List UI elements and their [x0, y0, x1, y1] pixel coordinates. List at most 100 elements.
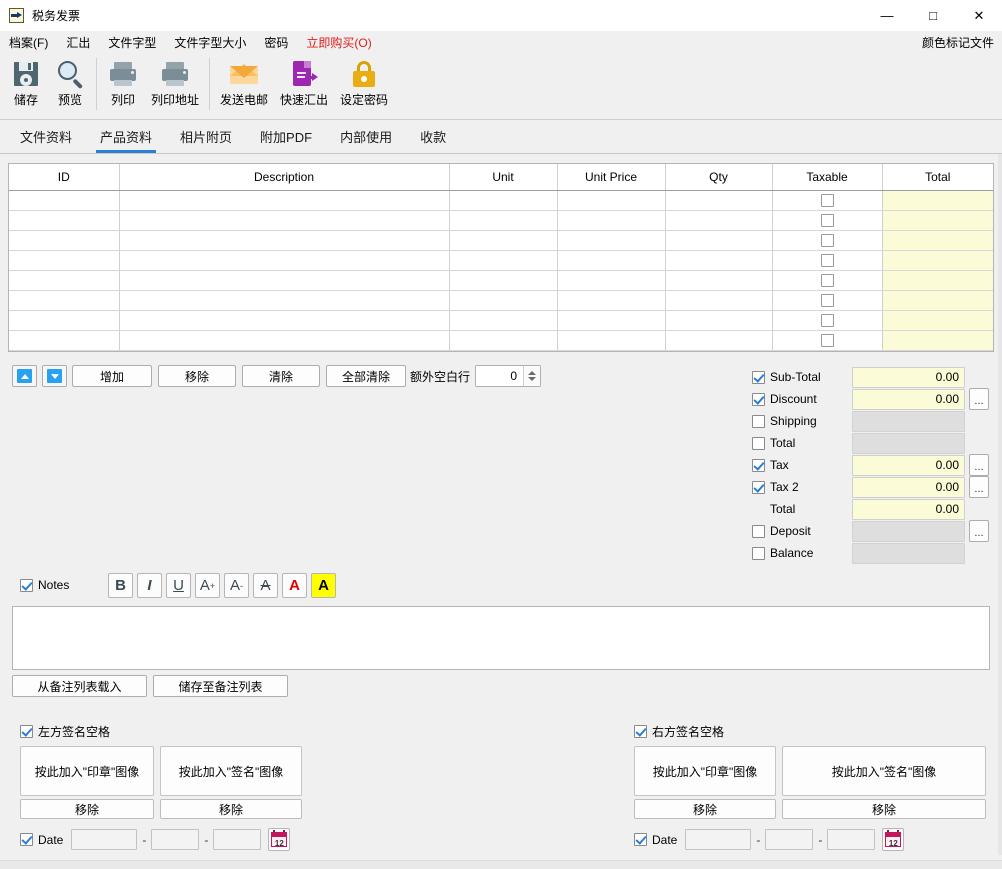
table-row[interactable] — [9, 270, 993, 291]
left-remove-stamp-button[interactable]: 移除 — [20, 799, 154, 819]
tab-internal-use[interactable]: 内部使用 — [326, 120, 406, 153]
cell-qty[interactable] — [665, 310, 773, 331]
menu-item-buy-now[interactable]: 立即购买(O) — [297, 31, 380, 54]
taxable-checkbox[interactable] — [820, 274, 834, 288]
font-color-button[interactable]: A — [282, 573, 307, 598]
clear-all-button[interactable]: 全部清除 — [326, 365, 406, 387]
cell-total[interactable] — [882, 290, 993, 311]
tab-attach-pdf[interactable]: 附加PDF — [246, 120, 326, 153]
totals-checkbox-shipping[interactable] — [752, 414, 765, 428]
col-header-id[interactable]: ID — [9, 164, 120, 191]
totals-checkbox-sub-total[interactable] — [752, 370, 765, 384]
cell-description[interactable] — [119, 330, 450, 351]
cell-unit_price[interactable] — [557, 290, 666, 311]
totals-options-button[interactable]: ... — [969, 454, 989, 476]
menu-item-document-font[interactable]: 文件字型 — [99, 31, 165, 54]
totals-options-button[interactable]: ... — [969, 520, 989, 542]
tab-receipt[interactable]: 收款 — [406, 120, 460, 153]
toolbar-set-password-button[interactable]: 设定密码 — [334, 54, 394, 116]
table-row[interactable] — [9, 330, 993, 351]
left-date-day-input[interactable] — [213, 829, 262, 850]
toolbar-print-address-button[interactable]: 列印地址 — [145, 54, 205, 116]
font-decrease-button[interactable]: A- — [224, 573, 249, 598]
cell-taxable[interactable] — [772, 290, 883, 311]
cell-unit_price[interactable] — [557, 190, 666, 211]
right-add-signature-image-button[interactable]: 按此加入"签名"图像 — [782, 746, 986, 796]
cell-description[interactable] — [119, 270, 450, 291]
cell-qty[interactable] — [665, 210, 773, 231]
cell-taxable[interactable] — [772, 230, 883, 251]
underline-button[interactable]: U — [166, 573, 191, 598]
right-add-stamp-image-button[interactable]: 按此加入"印章"图像 — [634, 746, 776, 796]
taxable-checkbox[interactable] — [820, 294, 834, 308]
totals-checkbox-total[interactable] — [752, 436, 765, 450]
taxable-checkbox[interactable] — [820, 314, 834, 328]
cell-taxable[interactable] — [772, 310, 883, 331]
cell-total[interactable] — [882, 330, 993, 351]
cell-id[interactable] — [9, 290, 120, 311]
menu-item-password[interactable]: 密码 — [255, 31, 297, 54]
table-row[interactable] — [9, 230, 993, 251]
right-calendar-icon[interactable]: 12 — [882, 828, 905, 851]
cell-unit[interactable] — [449, 210, 558, 231]
cell-qty[interactable] — [665, 270, 773, 291]
toolbar-quick-export-button[interactable]: 快速汇出 — [274, 54, 334, 116]
extra-blank-rows-input[interactable] — [476, 366, 524, 386]
cell-unit_price[interactable] — [557, 230, 666, 251]
maximize-button[interactable]: □ — [910, 0, 956, 31]
cell-unit_price[interactable] — [557, 310, 666, 331]
cell-description[interactable] — [119, 210, 450, 231]
cell-qty[interactable] — [665, 290, 773, 311]
cell-id[interactable] — [9, 270, 120, 291]
col-header-unit[interactable]: Unit — [449, 164, 558, 191]
move-row-up-button[interactable] — [12, 365, 37, 387]
cell-taxable[interactable] — [772, 330, 883, 351]
right-date-day-input[interactable] — [827, 829, 876, 850]
cell-qty[interactable] — [665, 250, 773, 271]
right-date-year-input[interactable] — [685, 829, 752, 850]
col-header-description[interactable]: Description — [119, 164, 450, 191]
col-header-taxable[interactable]: Taxable — [772, 164, 883, 191]
cell-unit[interactable] — [449, 230, 558, 251]
cell-qty[interactable] — [665, 190, 773, 211]
products-grid[interactable]: ID Description Unit Unit Price Qty Taxab… — [8, 163, 994, 352]
cell-unit[interactable] — [449, 270, 558, 291]
taxable-checkbox[interactable] — [820, 194, 834, 208]
totals-checkbox-deposit[interactable] — [752, 524, 765, 538]
cell-description[interactable] — [119, 190, 450, 211]
right-scroll-edge[interactable] — [998, 154, 1002, 855]
totals-checkbox-tax-2[interactable] — [752, 480, 765, 494]
menu-item-document-font-size[interactable]: 文件字型大小 — [165, 31, 255, 54]
cell-unit[interactable] — [449, 190, 558, 211]
notes-textarea[interactable] — [12, 606, 990, 670]
totals-options-button[interactable]: ... — [969, 388, 989, 410]
cell-description[interactable] — [119, 250, 450, 271]
cell-description[interactable] — [119, 310, 450, 331]
notes-checkbox[interactable] — [20, 578, 33, 592]
minimize-button[interactable]: — — [864, 0, 910, 31]
cell-total[interactable] — [882, 270, 993, 291]
menu-item-color-mark-file[interactable]: 颜色标记文件 — [922, 34, 994, 51]
font-increase-button[interactable]: A + — [195, 573, 220, 598]
highlight-color-button[interactable]: A — [311, 573, 336, 598]
cell-unit_price[interactable] — [557, 330, 666, 351]
cell-unit_price[interactable] — [557, 210, 666, 231]
right-remove-stamp-button[interactable]: 移除 — [634, 799, 776, 819]
right-date-month-input[interactable] — [765, 829, 814, 850]
cell-taxable[interactable] — [772, 210, 883, 231]
right-signature-checkbox[interactable] — [634, 725, 647, 738]
toolbar-send-email-button[interactable]: 发送电邮 — [214, 54, 274, 116]
tab-product-info[interactable]: 产品资料 — [86, 120, 166, 153]
cell-id[interactable] — [9, 330, 120, 351]
cell-description[interactable] — [119, 230, 450, 251]
cell-unit_price[interactable] — [557, 270, 666, 291]
totals-options-button[interactable]: ... — [969, 476, 989, 498]
left-add-signature-image-button[interactable]: 按此加入"签名"图像 — [160, 746, 302, 796]
close-button[interactable]: ✕ — [956, 0, 1002, 31]
left-signature-checkbox[interactable] — [20, 725, 33, 738]
col-header-total[interactable]: Total — [882, 164, 993, 191]
right-date-checkbox[interactable] — [634, 833, 647, 846]
totals-value-field[interactable]: 0.00 — [852, 476, 965, 498]
toolbar-preview-button[interactable]: 预览 — [48, 54, 92, 116]
cell-unit[interactable] — [449, 290, 558, 311]
